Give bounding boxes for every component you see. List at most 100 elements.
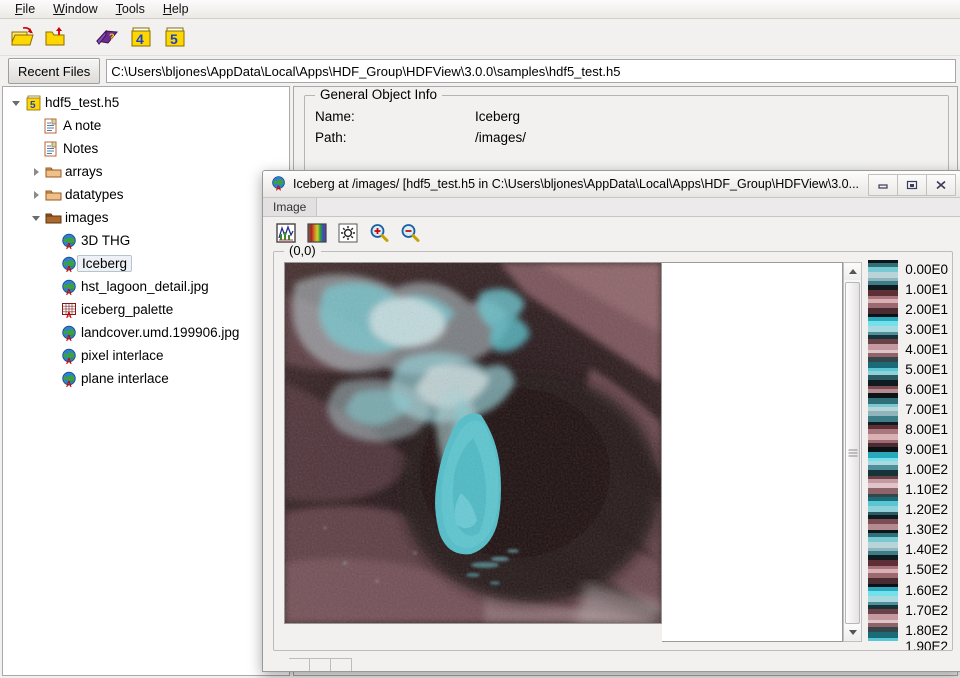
scroll-grip-icon	[848, 450, 857, 457]
menu-tools[interactable]: Tools	[107, 0, 154, 18]
tree-node-landcover[interactable]: A landcover.umd.199906.jpg	[9, 321, 289, 344]
info-row: Name: Iceberg	[305, 106, 948, 127]
zoom-in-icon[interactable]	[366, 220, 392, 246]
tree-node-label: arrays	[63, 164, 103, 179]
tree-node-a-note[interactable]: A note	[9, 114, 289, 137]
file-path-field[interactable]: C:\Users\bljones\AppData\Local\Apps\HDF_…	[106, 59, 956, 83]
svg-text:A: A	[276, 183, 282, 190]
tree-node-label: landcover.umd.199906.jpg	[79, 325, 239, 340]
tree-node-plane-interlace[interactable]: A plane interlace	[9, 367, 289, 390]
svg-text:A: A	[66, 334, 72, 341]
status-cell	[289, 658, 310, 671]
legend-label: 3.00E1	[905, 320, 948, 340]
scroll-down-arrow-icon[interactable]	[844, 624, 861, 641]
scroll-up-arrow-icon[interactable]	[844, 263, 861, 280]
image-window-titlebar[interactable]: A Iceberg at /images/ [hdf5_test.h5 in C…	[263, 171, 960, 198]
svg-text:5: 5	[30, 100, 36, 111]
iceberg-image[interactable]	[284, 262, 662, 624]
legend-label: 9.00E1	[905, 440, 948, 460]
open-file-icon[interactable]	[8, 23, 38, 51]
tree-node-label: images	[63, 210, 109, 225]
tree-node-datatypes[interactable]: datatypes	[9, 183, 289, 206]
tree-node-notes[interactable]: Notes	[9, 137, 289, 160]
image-canvas-area[interactable]	[284, 262, 843, 642]
zoom-out-icon[interactable]	[397, 220, 423, 246]
main-toolbar: ? 4 5	[0, 19, 960, 56]
tab-image[interactable]: Image	[263, 198, 317, 216]
tree-node-arrays[interactable]: arrays	[9, 160, 289, 183]
image-dataset-icon: A	[59, 233, 79, 249]
menu-help[interactable]: Help	[154, 0, 198, 18]
palette-color-strip	[868, 260, 898, 650]
image-toolbar	[263, 217, 960, 249]
tree-node-label: Notes	[61, 141, 98, 156]
menu-window[interactable]: Window	[44, 0, 106, 18]
minimize-button[interactable]	[868, 174, 898, 196]
info-value: Iceberg	[475, 109, 520, 124]
legend-label: 1.60E2	[905, 580, 948, 600]
legend-label: 1.50E2	[905, 560, 948, 580]
window-controls	[868, 174, 956, 194]
close-button[interactable]	[927, 174, 956, 196]
image-window-title: Iceberg at /images/ [hdf5_test.h5 in C:\…	[293, 177, 862, 191]
legend-label: 1.90E2	[905, 640, 948, 650]
svg-text:A: A	[66, 242, 72, 249]
image-canvas-blank-area	[662, 262, 843, 642]
tree-node-hst-lagoon[interactable]: A hst_lagoon_detail.jpg	[9, 275, 289, 298]
image-dataset-icon: A	[271, 175, 287, 194]
info-key: Name:	[315, 109, 475, 124]
note-icon	[41, 118, 61, 134]
maximize-button[interactable]	[898, 174, 927, 196]
status-cell	[310, 658, 331, 671]
status-cell	[331, 658, 352, 671]
value-legend: 0.00E01.00E12.00E13.00E14.00E15.00E16.00…	[868, 260, 948, 650]
image-dataset-icon: A	[59, 348, 79, 364]
cursor-coordinate-label: (0,0)	[284, 243, 321, 258]
palette-band	[868, 638, 898, 641]
svg-text:A: A	[66, 265, 72, 272]
tree-pane[interactable]: 5 hdf5_test.h5	[2, 86, 290, 676]
note-icon	[41, 141, 61, 157]
hdf5-library-icon[interactable]: 5	[160, 23, 190, 51]
svg-text:4: 4	[136, 31, 144, 47]
tree-node-iceberg[interactable]: A Iceberg	[9, 252, 289, 275]
image-canvas-group: (0,0)	[273, 251, 953, 651]
legend-label: 1.30E2	[905, 520, 948, 540]
scroll-track[interactable]	[844, 280, 861, 624]
info-row: Path: /images/	[305, 127, 948, 148]
info-key: Path:	[315, 130, 475, 145]
legend-label: 1.40E2	[905, 540, 948, 560]
tree-node-label: pixel interlace	[79, 348, 164, 363]
image-view-window[interactable]: A Iceberg at /images/ [hdf5_test.h5 in C…	[262, 170, 960, 672]
hdf4-library-icon[interactable]: 4	[126, 23, 156, 51]
twisty-open-icon[interactable]	[29, 214, 43, 221]
twisty-closed-icon[interactable]	[29, 168, 43, 176]
image-vertical-scrollbar[interactable]	[843, 262, 862, 642]
folder-closed-icon	[43, 165, 63, 179]
tree-node-3d-thg[interactable]: A 3D THG	[9, 229, 289, 252]
legend-label: 4.00E1	[905, 340, 948, 360]
twisty-closed-icon[interactable]	[29, 191, 43, 199]
menubar: File Window Tools Help	[0, 0, 960, 19]
menu-file[interactable]: File	[6, 0, 44, 18]
palette-dataset-icon: A	[59, 302, 79, 318]
svg-text:A: A	[66, 288, 72, 295]
svg-text:A: A	[66, 380, 72, 387]
legend-label: 1.80E2	[905, 620, 948, 640]
brightness-icon[interactable]	[335, 220, 361, 246]
tree-node-pixel-interlace[interactable]: A pixel interlace	[9, 344, 289, 367]
help-book-icon[interactable]: ?	[92, 23, 122, 51]
scroll-thumb[interactable]	[845, 282, 860, 624]
group-title: General Object Info	[315, 87, 442, 102]
legend-label: 7.00E1	[905, 400, 948, 420]
tree-node-hdf5-test[interactable]: 5 hdf5_test.h5	[9, 91, 289, 114]
recent-files-button[interactable]: Recent Files	[8, 58, 100, 84]
twisty-open-icon[interactable]	[9, 99, 23, 106]
tree-node-images[interactable]: images	[9, 206, 289, 229]
close-file-icon[interactable]	[42, 23, 72, 51]
image-dataset-icon: A	[59, 325, 79, 341]
image-window-statusbar	[263, 657, 960, 671]
tree-node-iceberg-palette[interactable]: A iceberg_palette	[9, 298, 289, 321]
info-value: /images/	[475, 130, 526, 145]
svg-text:5: 5	[170, 31, 178, 47]
